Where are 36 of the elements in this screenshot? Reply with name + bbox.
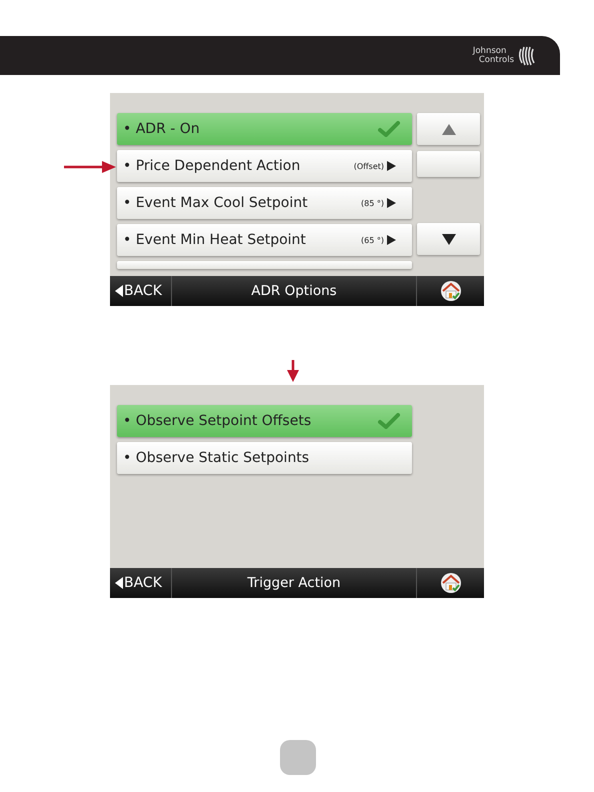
home-icon: [440, 281, 462, 301]
play-arrow-icon: [387, 161, 396, 171]
item-label: • Observe Setpoint Offsets: [123, 413, 312, 429]
down-triangle-icon: [442, 234, 456, 244]
page-number-badge: [280, 740, 316, 775]
scroll-down-button[interactable]: [417, 223, 480, 255]
item-label: • ADR - On: [123, 121, 201, 137]
play-arrow-icon: [387, 198, 396, 208]
screen-title: Trigger Action: [246, 574, 342, 593]
back-triangle-icon: [115, 285, 123, 297]
back-triangle-icon: [115, 577, 123, 589]
list-item[interactable]: • Event Max Cool Setpoint (85 °): [117, 187, 412, 219]
item-value: (Offset): [354, 162, 384, 170]
arrow-icon: [287, 360, 299, 382]
item-label: • Event Min Heat Setpoint: [123, 232, 307, 248]
list-item[interactable]: • ADR - On: [117, 113, 412, 145]
list-item[interactable]: • Observe Setpoint Offsets: [117, 405, 412, 437]
item-label: • Price Dependent Action: [123, 158, 302, 174]
item-value: (65 °): [361, 236, 384, 244]
up-triangle-icon: [442, 124, 456, 134]
home-icon: [440, 573, 462, 593]
scroll-up-button[interactable]: [417, 113, 480, 145]
list-item[interactable]: • Price Dependent Action (Offset): [117, 150, 412, 182]
play-arrow-icon: [387, 235, 396, 245]
checkmark-icon: [378, 413, 400, 429]
item-value: (85 °): [361, 198, 384, 208]
list-item[interactable]: • Event Min Heat Setpoint (65 °): [117, 224, 412, 256]
item-label: • Observe Static Setpoints: [123, 450, 310, 466]
back-button[interactable]: BACK: [110, 568, 172, 598]
screen-title: ADR Options: [250, 282, 338, 301]
back-button[interactable]: BACK: [110, 276, 172, 306]
item-label: • Event Max Cool Setpoint: [123, 195, 309, 211]
logo-text: Johnson Controls: [472, 46, 514, 64]
arrow-icon: [64, 161, 116, 173]
checkmark-icon: [378, 121, 400, 137]
list-item[interactable]: • Observe Static Setpoints: [117, 442, 412, 474]
